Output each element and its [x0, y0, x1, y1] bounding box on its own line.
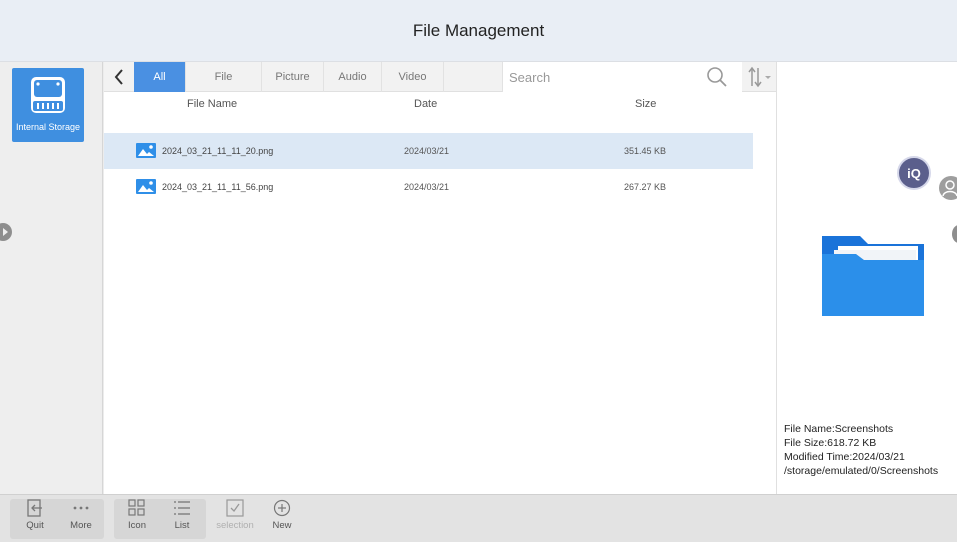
new-label: New: [272, 520, 292, 531]
back-button[interactable]: [108, 65, 130, 89]
tab-audio[interactable]: Audio: [324, 62, 382, 92]
tab-picture[interactable]: Picture: [262, 62, 324, 92]
page-title: File Management: [412, 20, 545, 40]
more-dots-icon: [73, 506, 89, 510]
more-label: More: [70, 520, 92, 531]
details-panel: iQ File Name:Screenshots File Size:618.7…: [776, 62, 957, 494]
right-edge-handle[interactable]: [952, 225, 957, 243]
new-button[interactable]: New: [263, 499, 301, 541]
file-size: 351.45 KB: [624, 146, 667, 156]
tab-file[interactable]: File: [186, 62, 262, 92]
file-name: 2024_03_21_11_11_20.png: [162, 145, 274, 156]
plus-circle-icon: [273, 499, 291, 517]
file-name-cell: 2024_03_21_11_11_20.png: [136, 143, 273, 158]
folder-details: File Name:Screenshots File Size:618.72 K…: [784, 422, 938, 478]
tab-video[interactable]: Video: [382, 62, 444, 92]
icon-view-button[interactable]: Icon: [118, 499, 156, 541]
detail-modified: Modified Time:2024/03/21: [784, 451, 905, 463]
selection-label: selection: [216, 520, 254, 531]
file-row[interactable]: 2024_03_21_11_11_56.png 2024/03/21 267.2…: [104, 169, 753, 205]
column-header-size[interactable]: Size: [635, 98, 656, 110]
more-button[interactable]: More: [62, 499, 100, 541]
file-size: 267.27 KB: [624, 182, 667, 192]
detail-size: File Size:618.72 KB: [784, 437, 877, 449]
file-list-panel: All File Picture Audio Video File Name D…: [104, 62, 776, 494]
title-bar: File Management: [0, 0, 957, 62]
selection-button[interactable]: selection: [216, 499, 254, 541]
search-input[interactable]: [509, 67, 709, 87]
checkbox-icon: [226, 499, 244, 517]
quit-label: Quit: [26, 520, 44, 531]
list-view-button[interactable]: List: [163, 499, 201, 541]
chevron-left-icon: [114, 69, 123, 85]
tab-all[interactable]: All: [134, 62, 186, 92]
image-file-icon: [136, 179, 156, 194]
icon-label: Icon: [128, 520, 146, 531]
quit-button[interactable]: Quit: [16, 499, 54, 541]
storage-sidebar: Internal Storage: [0, 62, 103, 494]
sort-icon[interactable]: [744, 64, 776, 90]
list-label: List: [174, 520, 190, 531]
folder-icon: [822, 236, 924, 316]
file-date: 2024/03/21: [404, 146, 450, 156]
user-icon[interactable]: [939, 176, 957, 200]
internal-storage-item[interactable]: Internal Storage: [12, 68, 84, 142]
detail-path: /storage/emulated/0/Screenshots: [784, 465, 939, 477]
file-date: 2024/03/21: [404, 182, 450, 192]
exit-icon: [27, 499, 42, 517]
file-name: 2024_03_21_11_11_56.png: [162, 181, 274, 192]
image-file-icon: [136, 143, 156, 158]
search-box: [502, 62, 742, 92]
grid-icon: [128, 499, 145, 516]
file-row[interactable]: 2024_03_21_11_11_20.png 2024/03/21 351.4…: [104, 133, 753, 169]
column-header-date[interactable]: Date: [414, 98, 437, 110]
storage-label: Internal Storage: [15, 122, 81, 132]
hard-drive-icon: [31, 77, 65, 113]
filter-tab-bar: All File Picture Audio Video: [104, 62, 776, 92]
file-name-cell: 2024_03_21_11_11_56.png: [136, 179, 273, 194]
column-header-name[interactable]: File Name: [187, 98, 237, 110]
person-icon: [942, 180, 957, 197]
detail-name: File Name:Screenshots: [784, 423, 894, 435]
left-edge-handle[interactable]: [0, 223, 12, 241]
list-icon: [174, 501, 190, 515]
iq-assistant-button[interactable]: iQ: [897, 156, 931, 190]
bottom-toolbar: Quit More Icon List selection New: [0, 494, 957, 542]
search-icon[interactable]: [706, 66, 728, 88]
